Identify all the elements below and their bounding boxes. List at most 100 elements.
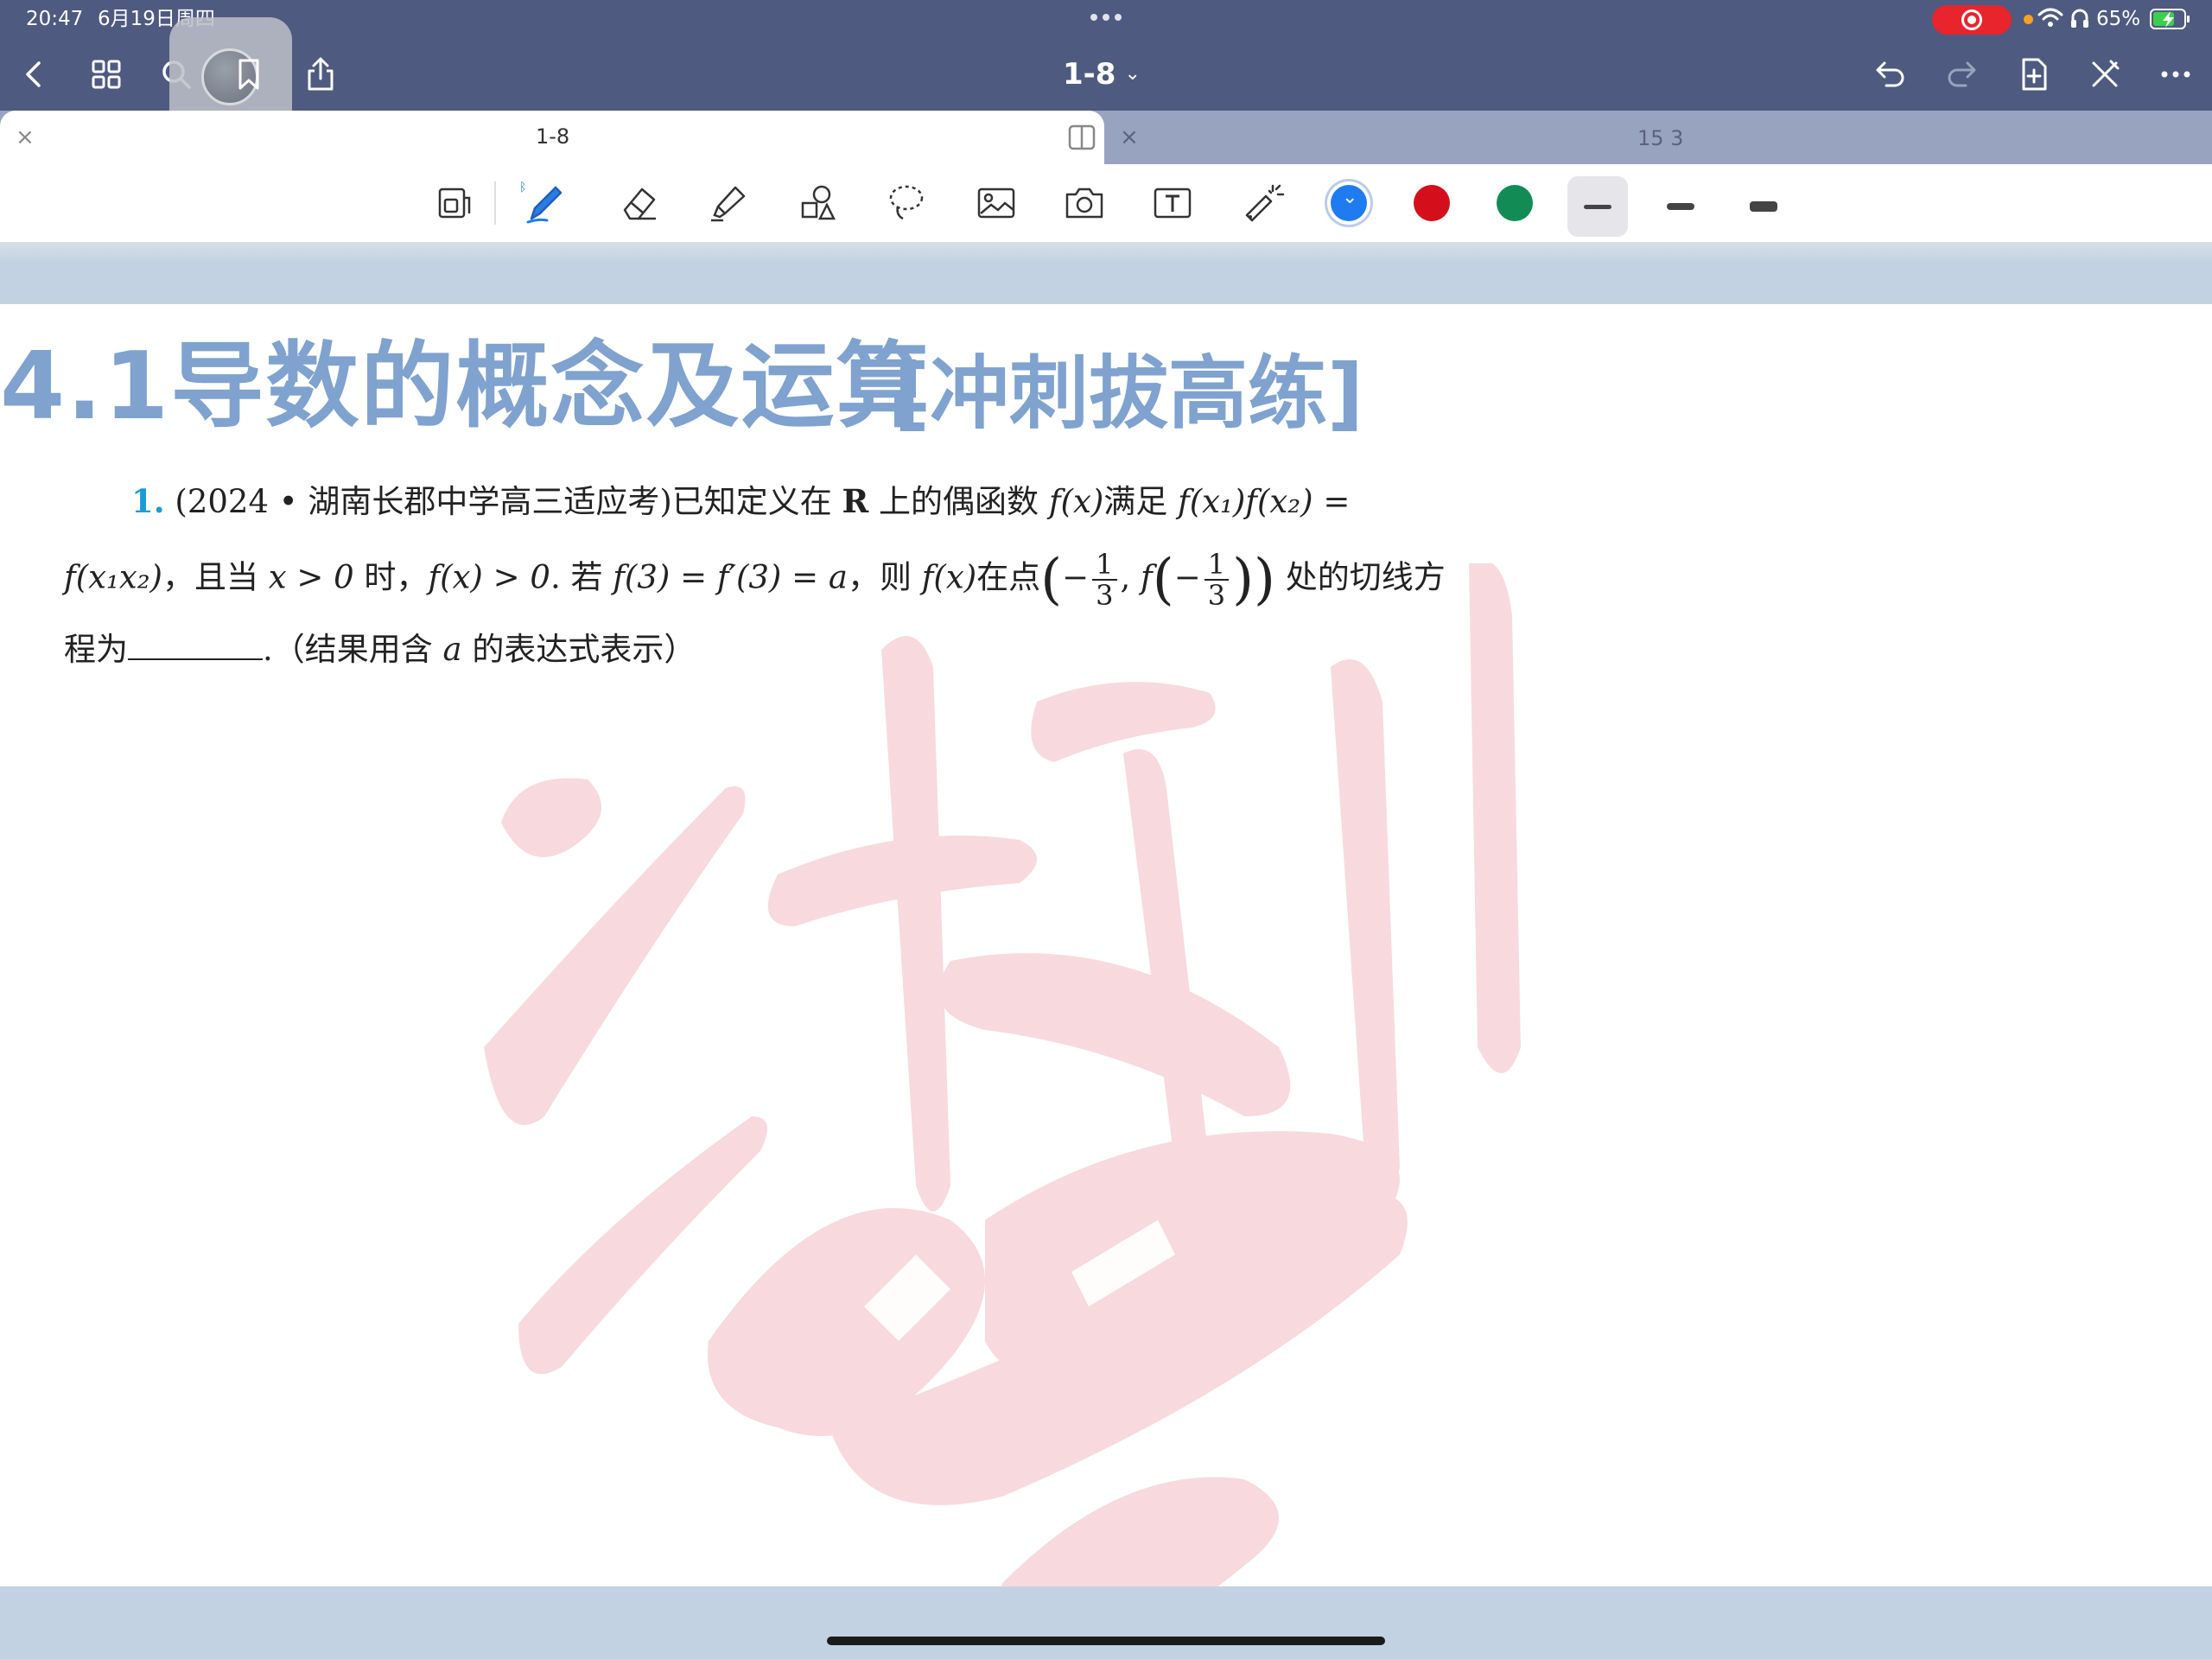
question-text: 满足 bbox=[1103, 483, 1179, 520]
math-function-f: f bbox=[1141, 558, 1153, 596]
color-swatch-green[interactable] bbox=[1497, 185, 1533, 221]
add-page-button[interactable] bbox=[2013, 54, 2055, 95]
shapes-icon bbox=[801, 185, 836, 220]
highlighter-tool[interactable] bbox=[702, 176, 755, 230]
tab-15-3[interactable]: 15 3 bbox=[1637, 126, 1683, 150]
svg-text:ᛒ: ᛒ bbox=[521, 181, 526, 194]
stroke-size-thin[interactable] bbox=[1567, 176, 1628, 237]
tab-close-button[interactable]: × bbox=[1120, 124, 1139, 150]
document-title: 1-8 bbox=[1063, 57, 1116, 92]
laser-pointer-icon bbox=[1245, 184, 1285, 222]
shapes-tool[interactable] bbox=[791, 176, 845, 230]
math-expression: f(x₁x₂) bbox=[64, 558, 162, 596]
redo-icon bbox=[1948, 61, 1976, 87]
laser-pointer-tool[interactable] bbox=[1236, 176, 1289, 230]
question-text: 的表达式表示） bbox=[461, 631, 696, 668]
color-swatch-blue[interactable] bbox=[1331, 185, 1367, 221]
stroke-size-thick[interactable] bbox=[1733, 176, 1794, 237]
battery-percent: 65% bbox=[2096, 8, 2141, 30]
close-edit-button[interactable] bbox=[2084, 54, 2126, 95]
bookmark-icon bbox=[238, 59, 259, 90]
text-box-icon bbox=[1154, 188, 1192, 219]
color-swatch-red[interactable] bbox=[1414, 185, 1450, 221]
add-page-icon bbox=[2022, 58, 2047, 91]
toolbar-divider bbox=[494, 181, 496, 225]
pen-tool[interactable]: ᛒ bbox=[517, 176, 570, 230]
math-variable-a: a bbox=[442, 631, 462, 668]
tab-1-8[interactable]: × 1-8 bbox=[0, 111, 1104, 164]
headphones-icon bbox=[2071, 9, 2088, 28]
split-view-icon[interactable] bbox=[1068, 124, 1096, 150]
fraction-denominator: 3 bbox=[1207, 579, 1226, 612]
grid-icon bbox=[92, 60, 121, 89]
math-expression: f(x) > 0 bbox=[428, 558, 550, 596]
lasso-tool[interactable] bbox=[880, 176, 933, 230]
math-expression: f(x₁)f(x₂) = bbox=[1178, 483, 1351, 520]
bookmark-button[interactable] bbox=[228, 54, 270, 95]
tab-label: 1-8 bbox=[536, 124, 570, 149]
fraction-numerator: 1 bbox=[1092, 550, 1117, 581]
eraser-icon bbox=[623, 188, 656, 220]
close-edit-icon bbox=[2092, 60, 2120, 87]
question-number: 1. bbox=[131, 482, 165, 520]
question-text: 在点 bbox=[976, 558, 1041, 596]
top-bar: 20:47 6月19日周四 65% 1-8 ⌄ bbox=[0, 0, 2212, 138]
question-text: (2024 • 湖南长郡中学高三适应考)已知定义在 bbox=[175, 483, 842, 520]
question-text: 上的偶函数 bbox=[868, 483, 1049, 520]
fraction-one-third: 13 bbox=[1204, 550, 1230, 612]
question-text: 时， bbox=[353, 558, 429, 596]
math-expression: f(x) bbox=[921, 558, 977, 596]
question-line-2: f(x₁x₂)，且当 x > 0 时，f(x) > 0. 若 f(3) = f′… bbox=[64, 550, 1446, 610]
page-layout-tool[interactable] bbox=[427, 176, 480, 230]
lasso-icon bbox=[889, 185, 924, 220]
image-icon bbox=[977, 188, 1015, 219]
microphone-indicator-icon bbox=[2024, 15, 2033, 24]
battery-charging-icon bbox=[2150, 9, 2190, 29]
undo-icon bbox=[1876, 61, 1904, 87]
question-text: . 若 bbox=[550, 558, 613, 596]
back-button[interactable] bbox=[14, 54, 55, 95]
math-expression: x > 0 bbox=[268, 558, 354, 596]
share-button[interactable] bbox=[300, 54, 341, 95]
chevron-down-icon: ⌄ bbox=[1124, 63, 1141, 85]
pen-icon: ᛒ bbox=[521, 181, 563, 224]
stroke-size-medium[interactable] bbox=[1650, 176, 1711, 237]
fraction-numerator: 1 bbox=[1204, 550, 1230, 581]
screen-recording-icon[interactable] bbox=[1932, 5, 2012, 35]
question-text: ，则 bbox=[847, 558, 922, 596]
highlighter-icon bbox=[711, 186, 746, 222]
page-subheading: [冲刺拔高练] bbox=[893, 347, 1364, 440]
paren-close: )) bbox=[1232, 548, 1276, 612]
document-title-menu[interactable]: 1-8 ⌄ bbox=[1063, 55, 1141, 93]
tab-close-button[interactable]: × bbox=[16, 124, 35, 150]
question-text: 程为 bbox=[64, 631, 128, 668]
page-grid-button[interactable] bbox=[86, 54, 127, 95]
watermark-logo bbox=[484, 563, 1521, 1586]
page-heading: 4.1导数的概念及运算 bbox=[0, 333, 931, 441]
image-tool[interactable] bbox=[969, 176, 1023, 230]
multitasking-dots-icon[interactable] bbox=[1090, 14, 1122, 21]
question-text: 处的切线方 bbox=[1275, 558, 1446, 596]
question-text: ，且当 bbox=[162, 558, 269, 596]
more-icon bbox=[2161, 71, 2190, 78]
bottom-band bbox=[0, 1586, 2212, 1659]
undo-button[interactable] bbox=[1870, 54, 1911, 95]
home-indicator[interactable] bbox=[827, 1637, 1385, 1645]
question-line-1: 1. (2024 • 湖南长郡中学高三适应考)已知定义在 R 上的偶函数 f(x… bbox=[131, 475, 1350, 528]
camera-icon bbox=[1065, 188, 1103, 219]
toolbar-shadow bbox=[0, 242, 2212, 263]
more-button[interactable] bbox=[2155, 54, 2196, 95]
redo-button[interactable] bbox=[1941, 54, 1982, 95]
share-icon bbox=[308, 57, 334, 91]
paren-open: ( bbox=[1152, 548, 1174, 612]
text-tool[interactable] bbox=[1146, 176, 1199, 230]
fraction-one-third: 13 bbox=[1092, 550, 1117, 610]
paren-open: ( bbox=[1040, 548, 1063, 612]
eraser-tool[interactable] bbox=[612, 176, 665, 230]
document-page[interactable]: 4.1导数的概念及运算 [冲刺拔高练] 1. (2024 • 湖南长郡中学高三适… bbox=[0, 304, 2212, 1586]
camera-tool[interactable] bbox=[1058, 176, 1111, 230]
math-expression: f(3) = f′(3) = a bbox=[613, 558, 848, 596]
wifi-icon bbox=[2037, 8, 2063, 27]
minus-sign: − bbox=[1062, 558, 1090, 596]
chevron-left-icon bbox=[26, 61, 41, 87]
